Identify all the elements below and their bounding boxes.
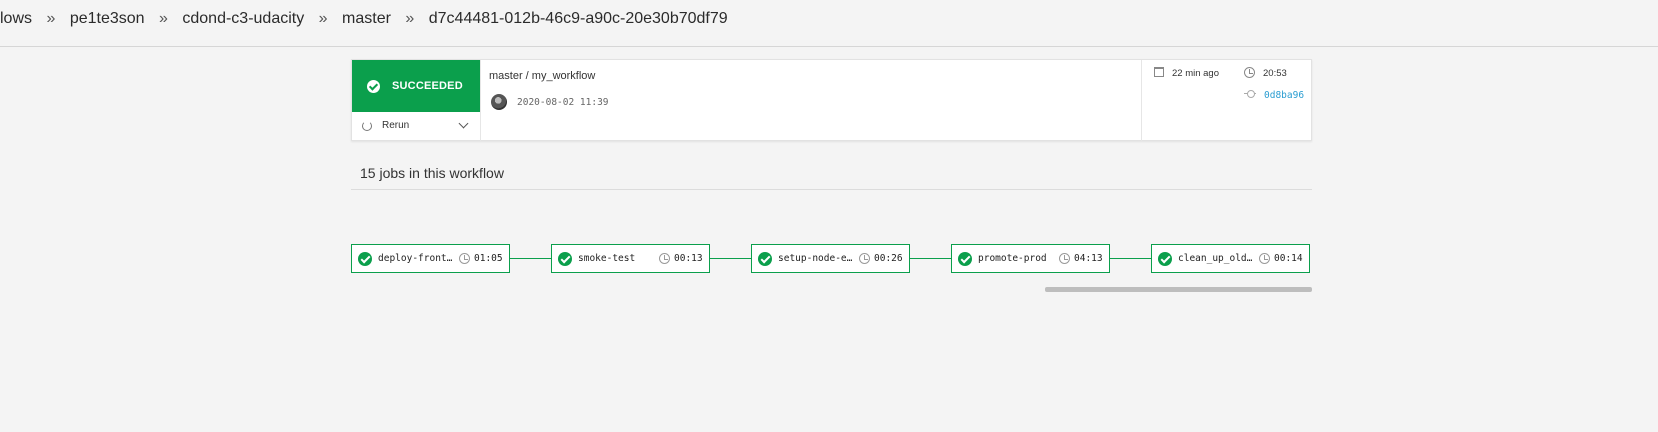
- job-duration: 04:13: [1074, 253, 1103, 264]
- chevron-down-icon[interactable]: [458, 118, 469, 129]
- job-connector: [1110, 258, 1151, 259]
- workflow-summary-card: SUCCEEDED Rerun master / my_workflow 202…: [351, 59, 1312, 141]
- check-circle-icon: [758, 252, 772, 266]
- breadcrumb-separator: »: [46, 10, 56, 27]
- job-connector: [910, 258, 951, 259]
- status-label: SUCCEEDED: [392, 80, 463, 92]
- divider: [1141, 60, 1142, 141]
- rerun-icon: [362, 121, 372, 131]
- job-name: clean_up_old_stack: [1178, 253, 1256, 264]
- job-node[interactable]: promote-prod 04:13: [951, 244, 1110, 273]
- job-duration: 00:14: [1274, 253, 1303, 264]
- rerun-label: Rerun: [382, 120, 410, 131]
- horizontal-scrollbar[interactable]: [1045, 287, 1312, 292]
- clock-icon: [859, 253, 870, 264]
- check-circle-icon: [358, 252, 372, 266]
- breadcrumb-separator: »: [318, 10, 328, 27]
- job-node[interactable]: clean_up_old_stack 00:14: [1151, 244, 1310, 273]
- job-connector: [510, 258, 551, 259]
- check-circle-icon: [958, 252, 972, 266]
- breadcrumb-item-workflows[interactable]: lows: [0, 10, 32, 28]
- divider: [480, 60, 481, 141]
- workflow-info: master / my_workflow 2020-08-02 11:39: [489, 70, 609, 110]
- job-name: smoke-test: [578, 253, 636, 264]
- breadcrumb-item-branch[interactable]: master: [342, 10, 391, 28]
- workflow-graph: deploy-frontend 01:05 smoke-test 00:13 s…: [351, 244, 1312, 274]
- jobs-count-heading: 15 jobs in this workflow: [360, 165, 504, 181]
- breadcrumb-item-workflow-id: d7c44481-012b-46c9-a90c-20e30b70df79: [428, 10, 728, 27]
- commit-hash-link[interactable]: 0d8ba96: [1264, 90, 1304, 101]
- job-node[interactable]: deploy-frontend 01:05: [351, 244, 510, 273]
- job-node[interactable]: setup-node-exporter 00:26: [751, 244, 910, 273]
- check-circle-icon: [558, 252, 572, 266]
- trigger-date: 2020-08-02 11:39: [517, 97, 609, 108]
- clock-icon: [1259, 253, 1270, 264]
- job-duration: 00:26: [874, 253, 903, 264]
- clock-icon: [1244, 67, 1255, 78]
- job-name: promote-prod: [978, 253, 1047, 264]
- job-duration: 00:13: [674, 253, 703, 264]
- breadcrumb-separator: »: [159, 10, 168, 27]
- check-circle-icon: [367, 80, 380, 93]
- breadcrumb-item-project[interactable]: cdond-c3-udacity: [182, 10, 304, 28]
- clock-icon: [459, 253, 470, 264]
- rerun-button[interactable]: Rerun: [352, 112, 480, 141]
- calendar-icon: [1154, 67, 1164, 77]
- divider: [351, 189, 1312, 190]
- avatar: [491, 94, 507, 110]
- job-duration: 01:05: [474, 253, 503, 264]
- check-circle-icon: [1158, 252, 1172, 266]
- job-name: deploy-frontend: [378, 253, 456, 264]
- clock-icon: [1059, 253, 1070, 264]
- workflow-title[interactable]: master / my_workflow: [489, 70, 595, 82]
- breadcrumb-separator: »: [405, 10, 415, 27]
- job-connector: [710, 258, 751, 259]
- job-name: setup-node-exporter: [778, 253, 856, 264]
- breadcrumb: lows » pe1te3son » cdond-c3-udacity » ma…: [0, 0, 1658, 47]
- workflow-duration: 20:53: [1263, 68, 1287, 79]
- clock-icon: [659, 253, 670, 264]
- job-node[interactable]: smoke-test 00:13: [551, 244, 710, 273]
- status-badge: SUCCEEDED: [352, 60, 480, 112]
- breadcrumb-item-org[interactable]: pe1te3son: [70, 10, 145, 28]
- commit-icon: [1244, 90, 1256, 98]
- time-ago: 22 min ago: [1172, 68, 1220, 79]
